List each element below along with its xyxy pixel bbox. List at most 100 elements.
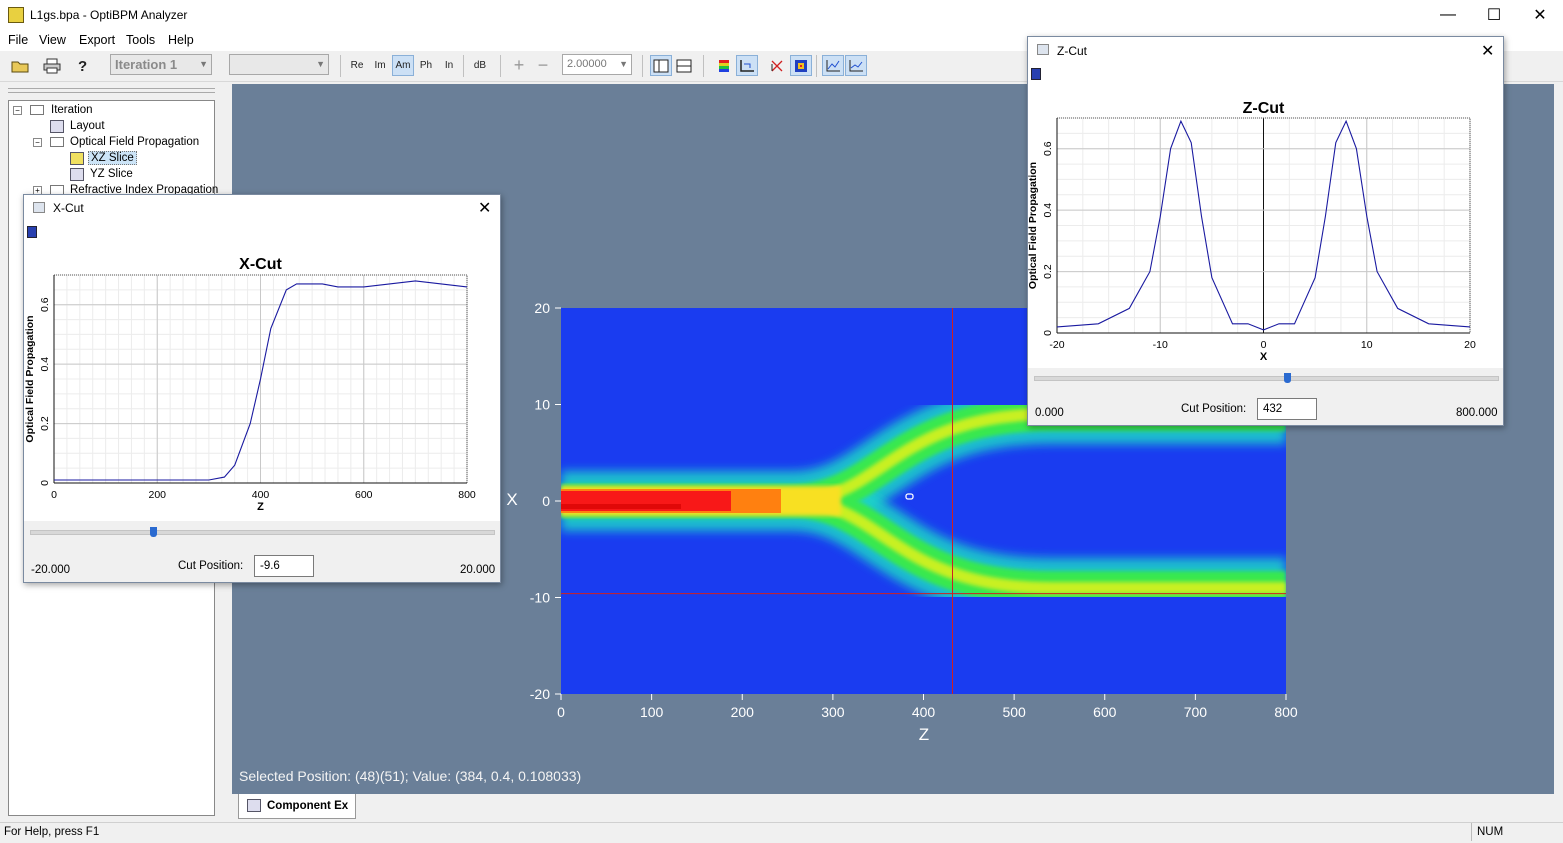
iteration-select-value: Iteration 1 <box>115 57 178 72</box>
y-tick-label: 0 <box>39 480 51 486</box>
x-axis-label: Z <box>257 501 264 513</box>
split-horizontal-icon <box>676 59 692 72</box>
zcut-button[interactable] <box>845 55 867 76</box>
palette-button[interactable] <box>713 55 735 76</box>
secondary-select[interactable]: ▼ <box>229 54 329 75</box>
zoom-value: 2.00000 <box>567 58 607 70</box>
tab-component-ex[interactable]: Component Ex <box>238 794 356 819</box>
xcut-close-button[interactable]: ✕ <box>478 198 491 218</box>
zcut-chart[interactable]: Z-Cut -20 -10 0 10 20 0 0.2 0.4 0.6 X Optical Field… <box>1028 63 1503 368</box>
zcut-close-button[interactable]: ✕ <box>1481 41 1494 61</box>
cursor-cross-icon <box>771 60 783 71</box>
open-button[interactable] <box>8 55 32 76</box>
xcut-button[interactable] <box>822 55 844 76</box>
xcut-cut-position-input[interactable]: -9.6 <box>254 555 314 577</box>
real-button[interactable]: Re <box>346 55 368 76</box>
window-title: L1gs.bpa - OptiBPM Analyzer <box>30 8 188 22</box>
collapse-icon[interactable]: − <box>33 138 42 147</box>
help-button[interactable]: ? <box>72 55 96 76</box>
close-button[interactable]: ✕ <box>1517 0 1563 30</box>
heatmap-x-label: Z <box>919 725 929 744</box>
imag-button[interactable]: Im <box>369 55 391 76</box>
heatmap-x-tick-label: 500 <box>1002 704 1026 720</box>
xcut-max: 20.000 <box>460 564 496 576</box>
zcut-cut-position-input[interactable]: 432 <box>1257 398 1317 420</box>
xcut-window-title: X-Cut <box>53 201 84 215</box>
x-axis-label: X <box>1260 351 1268 363</box>
layout-icon <box>50 120 64 133</box>
xcut-min: -20.000 <box>31 564 71 576</box>
intensity-button[interactable]: In <box>438 55 460 76</box>
y-tick-label: 0.2 <box>1042 264 1054 279</box>
xcut-slider-thumb[interactable] <box>150 527 158 537</box>
menu-view[interactable]: View <box>39 33 66 47</box>
y-tick-label: 0.6 <box>1042 141 1054 156</box>
tab-strip <box>232 794 1554 822</box>
tree-item-layout[interactable]: Layout <box>70 120 105 132</box>
window-icon <box>1037 44 1049 55</box>
folder-icon <box>30 105 44 115</box>
x-tick-label: 20 <box>1464 339 1476 351</box>
cursor-button[interactable] <box>766 55 788 76</box>
amplitude-button[interactable]: Am <box>392 55 414 76</box>
svg-text:?: ? <box>78 58 87 75</box>
split-vertical-icon <box>653 59 669 72</box>
maximize-button[interactable]: ☐ <box>1471 0 1517 30</box>
minimize-button[interactable]: — <box>1425 0 1471 30</box>
heatmap-x-tick-label: 600 <box>1093 704 1117 720</box>
map-button[interactable] <box>790 55 812 76</box>
menu-help[interactable]: Help <box>168 33 194 47</box>
xcut-cut-label: Cut Position: <box>178 560 244 572</box>
print-button[interactable] <box>40 55 64 76</box>
heatmap-x-tick-label: 0 <box>557 704 565 720</box>
zoom-out-button[interactable]: − <box>532 55 554 76</box>
zoom-in-button[interactable]: + <box>508 55 530 76</box>
zoom-select[interactable]: 2.00000 ▼ <box>562 54 632 75</box>
zcut-titlebar[interactable] <box>1028 37 1503 63</box>
zcut-window[interactable]: Z-Cut ✕ Z-Cut -20 -10 0 10 20 0 0.2 0.4 0.6 X Optic… <box>1027 36 1504 426</box>
split-horizontal-button[interactable] <box>673 55 695 76</box>
zcut-slider[interactable] <box>1034 373 1499 383</box>
y-axis-label: Optical Field Propagation <box>1028 162 1039 289</box>
input-red-core <box>561 504 681 509</box>
menu-file[interactable]: File <box>8 33 28 47</box>
heatmap-x-tick-label: 800 <box>1274 704 1298 720</box>
heatmap-y-tick-label: 10 <box>534 397 550 413</box>
axes-button[interactable] <box>736 55 758 76</box>
help-cursor-icon: ? <box>78 58 87 75</box>
xcut-slider[interactable] <box>30 527 495 537</box>
x-tick-label: -20 <box>1049 339 1064 351</box>
status-separator <box>1471 823 1472 841</box>
x-tick-label: 0 <box>51 489 57 501</box>
zcut-max: 800.000 <box>1456 407 1498 419</box>
xcut-slider-track <box>30 530 495 535</box>
panel-gripper[interactable] <box>8 88 215 93</box>
collapse-icon[interactable]: − <box>13 106 22 115</box>
split-vertical-button[interactable] <box>650 55 672 76</box>
heatmap-y-tick-label: -20 <box>530 686 550 702</box>
toolbar-separator <box>703 55 704 77</box>
toolbar-separator <box>642 55 643 77</box>
menu-tools[interactable]: Tools <box>126 33 155 47</box>
chevron-down-icon: ▼ <box>316 59 325 69</box>
xcut-window[interactable]: X-Cut ✕ X-Cut 0 200 400 600 800 0 0.2 0.4 0.6 Z Opt… <box>23 194 501 583</box>
axes-icon <box>740 59 754 72</box>
tree-item-optical-field-propagation[interactable]: Optical Field Propagation <box>70 136 199 148</box>
toolbar-separator <box>463 55 464 77</box>
tree-item-iteration[interactable]: Iteration <box>51 104 93 116</box>
menu-export[interactable]: Export <box>79 33 115 47</box>
chevron-down-icon: ▼ <box>199 59 208 69</box>
db-button[interactable]: dB <box>469 55 491 76</box>
x-tick-label: 600 <box>355 489 373 501</box>
heatmap-x-tick-label: 400 <box>912 704 936 720</box>
phase-button[interactable]: Ph <box>415 55 437 76</box>
iteration-select[interactable]: Iteration 1 ▼ <box>110 54 212 75</box>
xcut-titlebar[interactable] <box>24 195 500 221</box>
y-axis-label: Optical Field Propagation <box>24 315 36 442</box>
tree-item-xz-slice[interactable]: XZ Slice <box>88 151 137 165</box>
zcut-slider-track <box>1034 376 1499 381</box>
printer-icon <box>43 58 61 73</box>
tree-item-yz-slice[interactable]: YZ Slice <box>90 168 133 180</box>
xcut-chart[interactable]: X-Cut 0 200 400 600 800 0 0.2 0.4 0.6 Z Optical Fie… <box>24 221 500 521</box>
zcut-slider-thumb[interactable] <box>1284 373 1292 383</box>
